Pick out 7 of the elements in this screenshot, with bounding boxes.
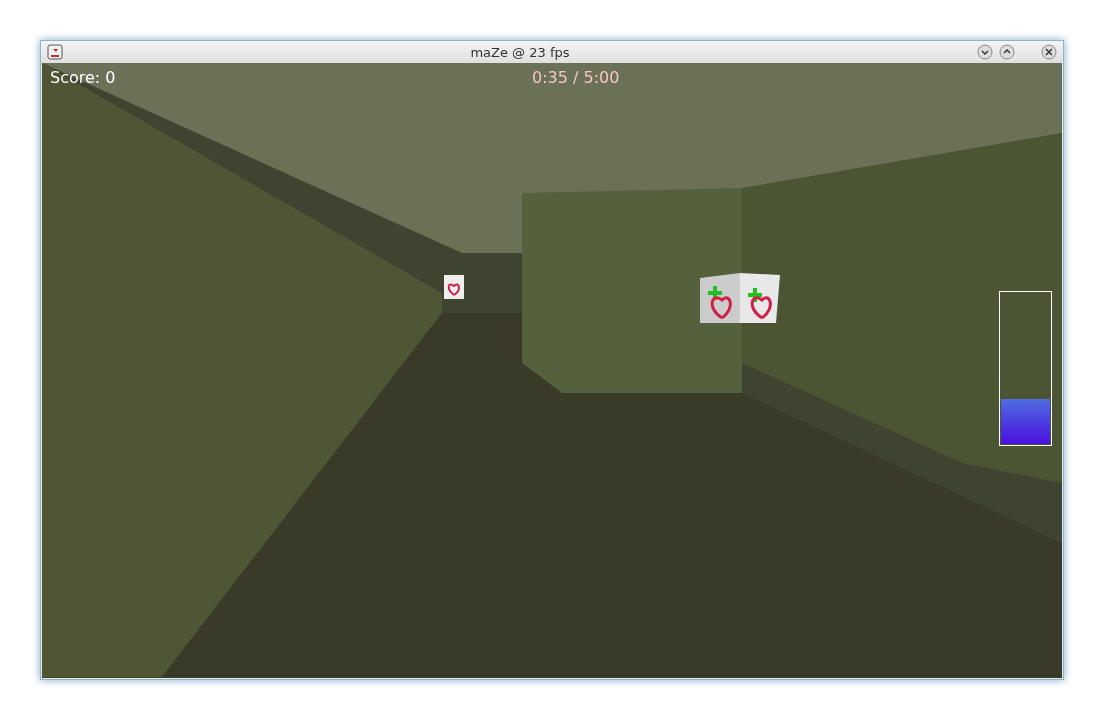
app-icon[interactable] [47,44,63,60]
timer-label: 0:35 / 5:00 [532,68,620,87]
window-title: maZe @ 23 fps [469,44,571,60]
score-label: Score: 0 [50,68,116,87]
minimize-button[interactable] [977,44,993,60]
maximize-button[interactable] [999,44,1015,60]
close-button[interactable] [1041,44,1057,60]
